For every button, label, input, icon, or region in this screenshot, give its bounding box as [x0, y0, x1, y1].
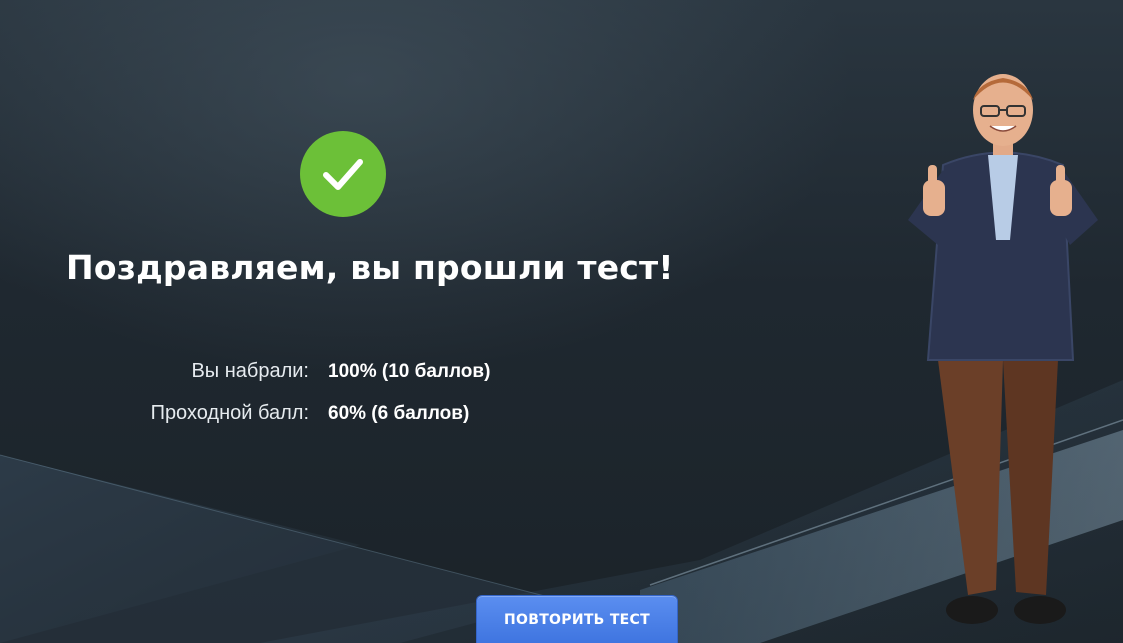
score-summary: Вы набрали: 100% (10 баллов) Проходной б…: [100, 360, 620, 444]
quiz-result-screen: Поздравляем, вы прошли тест! Вы набрали:…: [0, 0, 1123, 643]
earned-score-label: Вы набрали:: [191, 360, 309, 382]
passing-score-label: Проходной балл:: [150, 402, 309, 424]
result-headline: Поздравляем, вы прошли тест!: [66, 248, 674, 287]
earned-score-row: Вы набрали: 100% (10 баллов): [100, 360, 620, 402]
earned-score-value: 100% (10 баллов): [328, 361, 491, 382]
success-badge: [300, 131, 386, 217]
passing-score-value: 60% (6 баллов): [328, 403, 470, 424]
presenter-image: [908, 74, 1098, 624]
passing-score-row: Проходной балл: 60% (6 баллов): [100, 402, 620, 444]
retry-test-button[interactable]: ПОВТОРИТЬ ТЕСТ: [477, 596, 677, 643]
check-icon: [323, 159, 363, 190]
